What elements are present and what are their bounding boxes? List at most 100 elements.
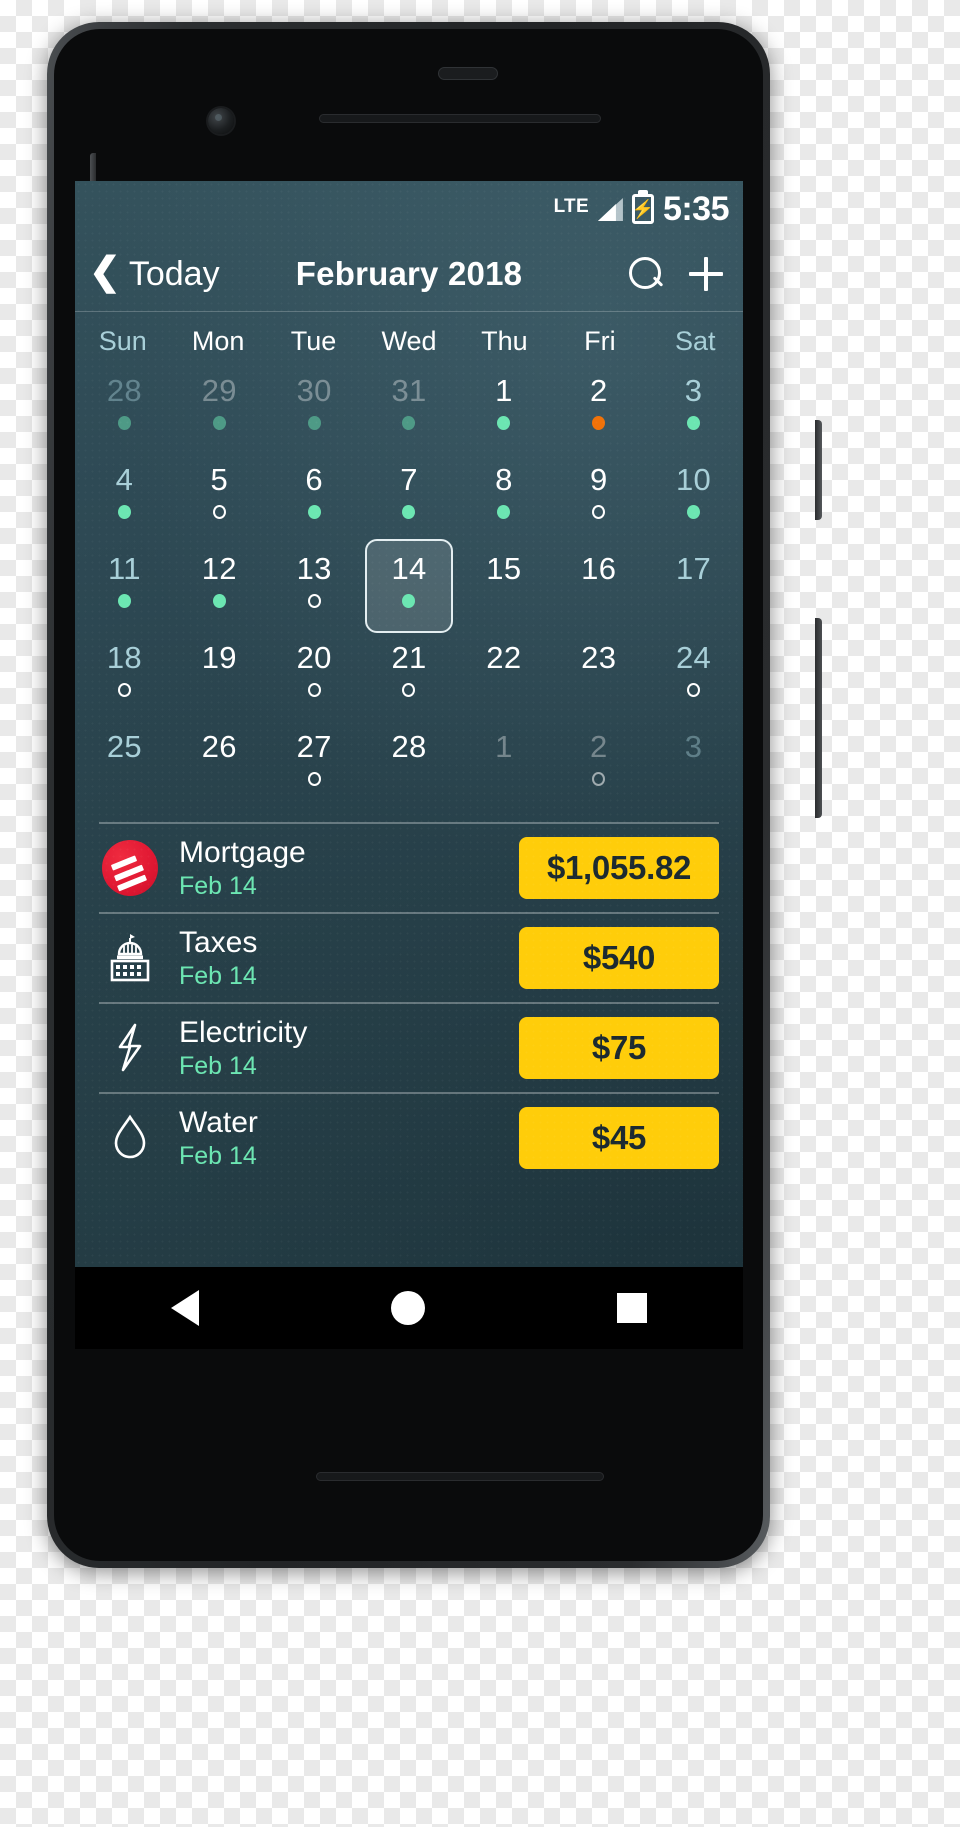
calendar-day-number: 18 [106, 640, 142, 675]
bill-row[interactable]: Electricity Feb 14 $75 [99, 1004, 719, 1092]
back-triangle-icon[interactable] [171, 1290, 199, 1326]
bill-amount-badge[interactable]: $75 [519, 1017, 719, 1079]
bill-amount-badge[interactable]: $45 [519, 1107, 719, 1169]
bill-name: Water [179, 1105, 258, 1139]
day-event-marker-filled [117, 593, 131, 608]
calendar-day-number: 2 [589, 373, 608, 408]
bill-amount-badge[interactable]: $540 [519, 927, 719, 989]
day-event-marker-hollow [592, 504, 606, 519]
day-event-marker-hollow [307, 593, 321, 608]
bill-row[interactable]: Mortgage Feb 14 $1,055.82 [99, 824, 719, 912]
calendar-day[interactable]: 23 [551, 634, 646, 723]
day-event-marker-filled [307, 504, 321, 519]
calendar-day[interactable]: 10 [646, 456, 741, 545]
calendar-day[interactable]: 3 [646, 367, 741, 456]
today-back-button[interactable]: ❮ Today [89, 251, 220, 294]
weekday-label-tue: Tue [290, 326, 337, 356]
calendar-day[interactable]: 9 [551, 456, 646, 545]
calendar-day[interactable]: 11 [77, 545, 172, 634]
calendar-day-number: 24 [676, 640, 712, 675]
bill-due-date: Feb 14 [179, 1051, 257, 1080]
charging-bolt-glyph: ⚡ [631, 199, 655, 219]
calendar-day[interactable]: 1 [456, 367, 551, 456]
bill-due-date: Feb 14 [179, 1141, 257, 1170]
calendar-day[interactable]: 16 [551, 545, 646, 634]
day-event-marker-none [687, 772, 700, 786]
day-event-marker-none [497, 772, 510, 786]
calendar-day[interactable]: 28 [362, 723, 457, 812]
calendar-day-number: 3 [684, 373, 703, 408]
calendar-day[interactable]: 22 [456, 634, 551, 723]
calendar-day[interactable]: 5 [172, 456, 267, 545]
calendar-day[interactable]: 13 [267, 545, 362, 634]
day-event-marker-none [497, 683, 510, 697]
calendar-day-number: 6 [305, 462, 323, 497]
day-event-marker-hollow [687, 682, 701, 697]
battery-charging-icon: ⚡ [632, 194, 654, 224]
day-event-marker-none [213, 683, 226, 697]
recents-square-icon[interactable] [617, 1293, 647, 1323]
bill-text: Taxes Feb 14 [179, 926, 257, 991]
calendar-day[interactable]: 17 [646, 545, 741, 634]
day-event-marker-hollow [307, 682, 321, 697]
day-event-marker-none [213, 772, 226, 786]
calendar-day-number: 13 [296, 551, 332, 586]
calendar-day[interactable]: 25 [77, 723, 172, 812]
calendar-day[interactable]: 19 [172, 634, 267, 723]
app-screen: LTE ⚡ 5:35 ❮ Today February 2018 Sun Mon T… [75, 181, 743, 1267]
day-event-marker-none [592, 594, 605, 608]
bill-row[interactable]: Taxes Feb 14 $540 [99, 914, 719, 1002]
day-event-marker-filled [117, 504, 131, 519]
day-event-marker-none [592, 683, 605, 697]
chevron-left-icon: ❮ [89, 251, 121, 293]
calendar-day-selected[interactable]: 14 [362, 539, 457, 634]
calendar-day[interactable]: 20 [267, 634, 362, 723]
bill-icon [99, 840, 161, 896]
calendar-week-row: 11 12 13 14 15 16 17 [77, 539, 741, 634]
calendar-day[interactable]: 18 [77, 634, 172, 723]
bill-amount-badge[interactable]: $1,055.82 [519, 837, 719, 899]
calendar-day-number: 16 [581, 551, 617, 586]
calendar-day[interactable]: 7 [362, 456, 457, 545]
calendar-day-number: 23 [581, 640, 617, 675]
calendar-day[interactable]: 26 [172, 723, 267, 812]
calendar-day[interactable]: 28 [77, 367, 172, 456]
calendar-day[interactable]: 1 [456, 723, 551, 812]
calendar-day-number: 31 [391, 373, 427, 408]
power-button[interactable] [815, 420, 822, 520]
calendar-day[interactable]: 6 [267, 456, 362, 545]
calendar-day[interactable]: 3 [646, 723, 741, 812]
calendar-day-number: 9 [589, 462, 608, 497]
calendar-day[interactable]: 4 [77, 456, 172, 545]
bill-name: Electricity [179, 1015, 308, 1049]
calendar-day-number: 19 [201, 640, 237, 675]
calendar-day[interactable]: 31 [362, 367, 457, 456]
weekday-label-fri: Fri [584, 326, 616, 356]
calendar-day[interactable]: 2 [551, 367, 646, 456]
calendar-day-number: 14 [391, 551, 427, 586]
calendar-day[interactable]: 2 [551, 723, 646, 812]
calendar-day-number: 1 [495, 729, 513, 764]
water-drop-icon [114, 1114, 146, 1159]
calendar-day[interactable]: 8 [456, 456, 551, 545]
plus-icon[interactable] [689, 257, 723, 291]
calendar-day[interactable]: 27 [267, 723, 362, 812]
volume-button[interactable] [815, 618, 822, 818]
calendar-day[interactable]: 12 [172, 545, 267, 634]
calendar-day-number: 27 [296, 729, 332, 764]
home-circle-icon[interactable] [391, 1291, 425, 1325]
calendar-day[interactable]: 15 [456, 545, 551, 634]
bill-icon [99, 1020, 161, 1076]
calendar-day[interactable]: 30 [267, 367, 362, 456]
calendar-day-number: 26 [201, 729, 237, 764]
calendar-day[interactable]: 29 [172, 367, 267, 456]
calendar-grid: 28 29 30 31 1 2 3 4 5 6 7 8 9 10 11 12 13 14 15 16 17 18 19 20 2… [75, 367, 743, 812]
calendar-day[interactable]: 21 [362, 634, 457, 723]
calendar-day-number: 4 [115, 462, 134, 497]
day-event-marker-hollow [402, 682, 416, 697]
bill-row[interactable]: Water Feb 14 $45 [99, 1094, 719, 1182]
calendar-day-number: 5 [210, 462, 229, 497]
app-nav-bar: ❮ Today February 2018 [75, 237, 743, 311]
search-icon[interactable] [629, 257, 663, 291]
calendar-day[interactable]: 24 [646, 634, 741, 723]
